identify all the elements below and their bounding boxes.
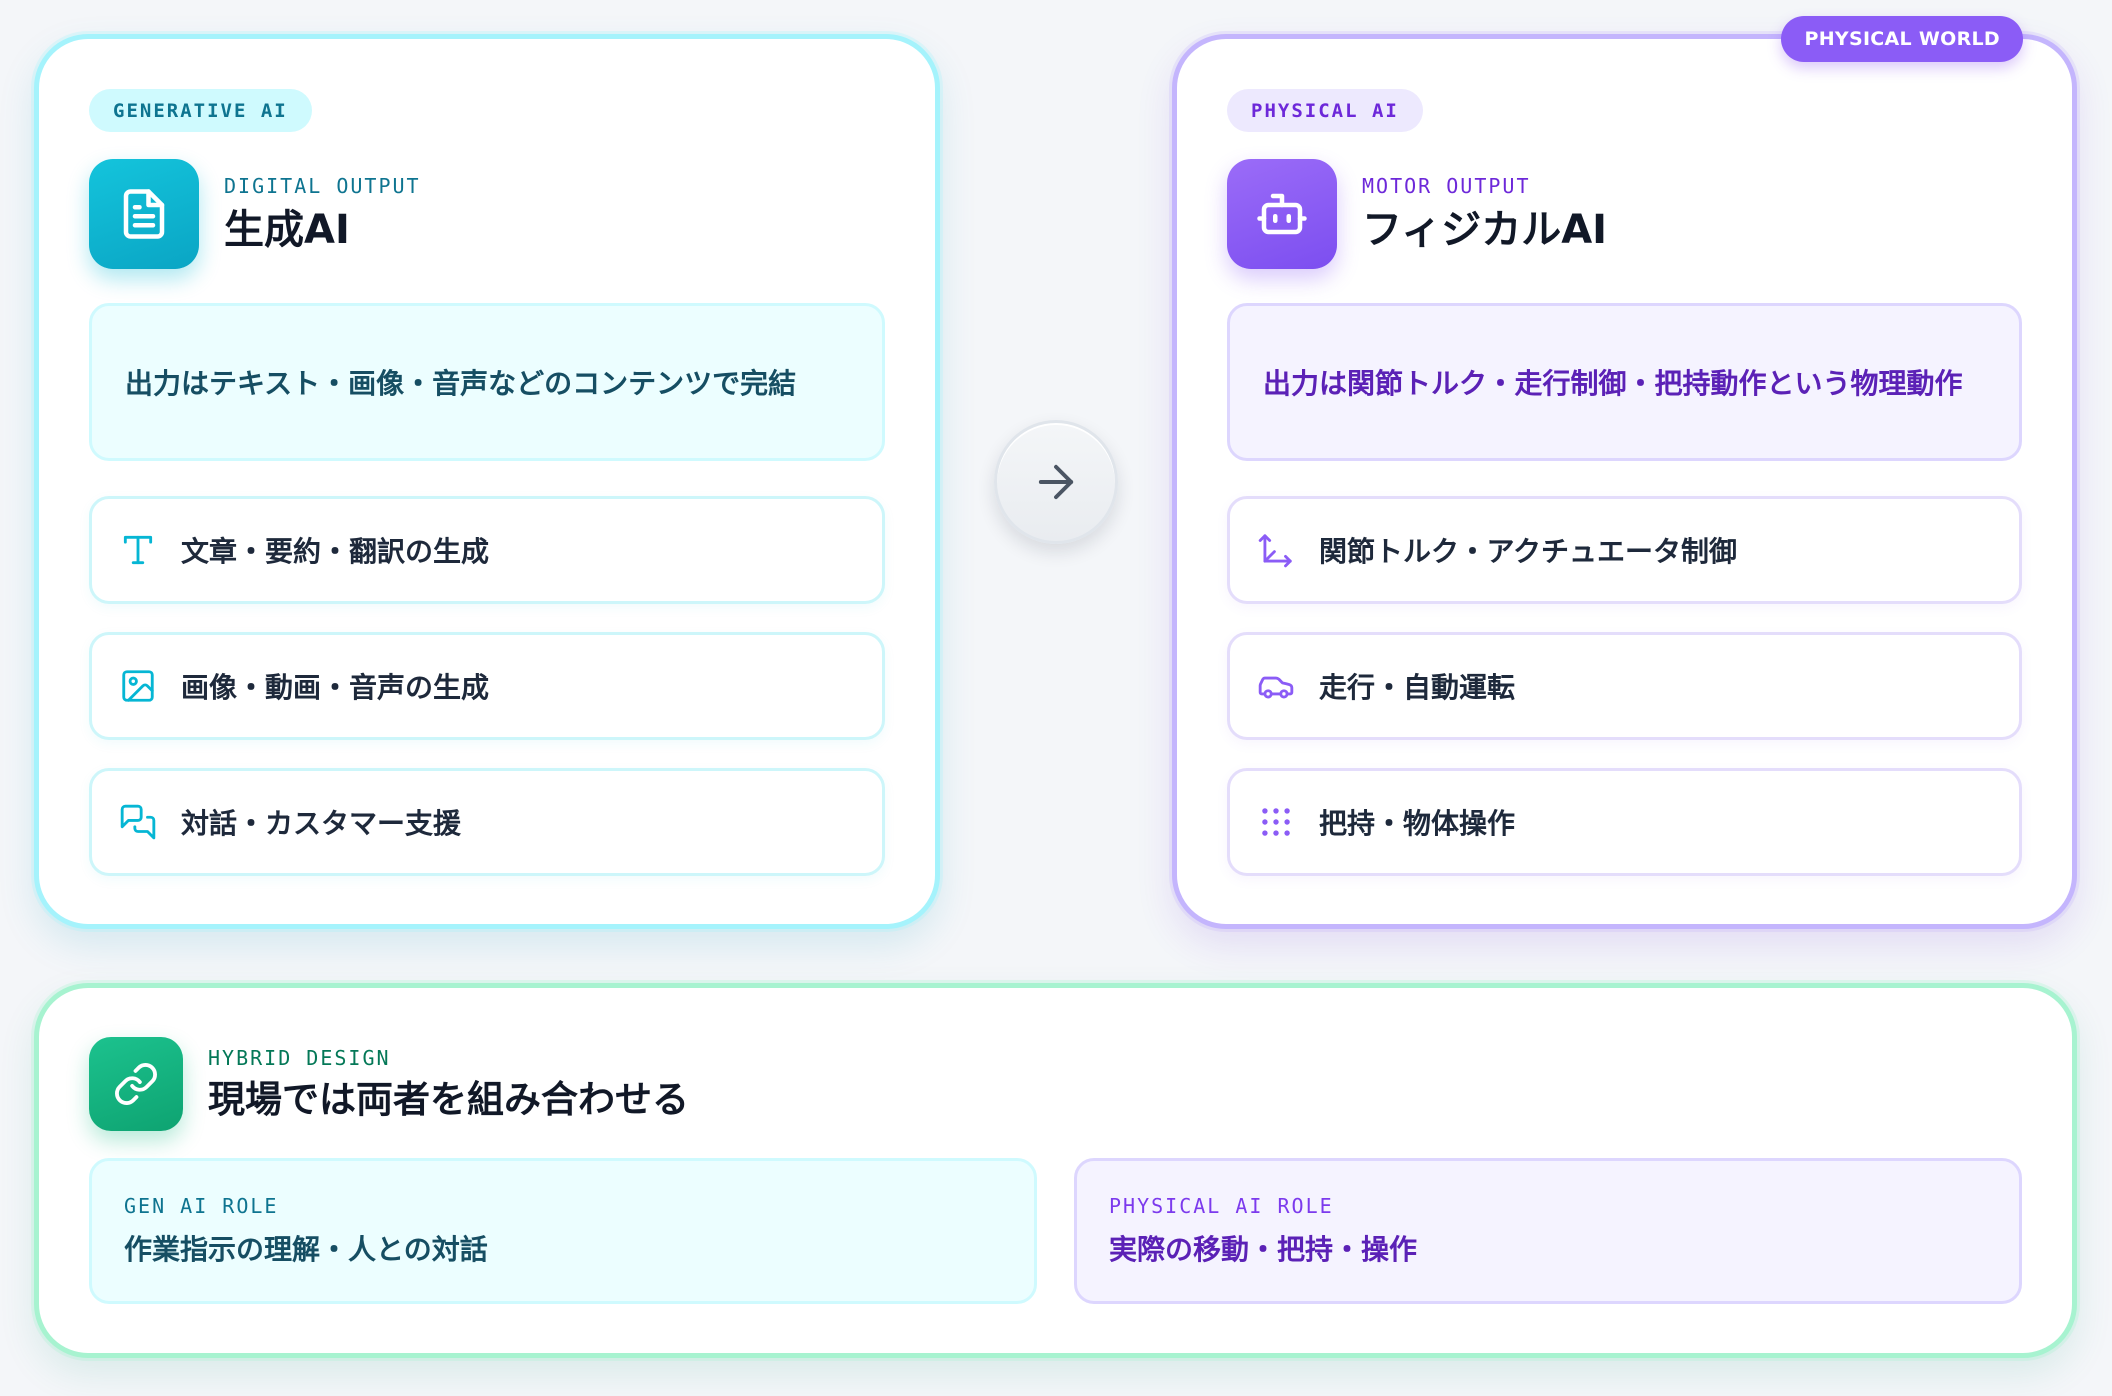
physical-header: MOTOR OUTPUT フィジカルAI	[1227, 159, 2022, 269]
list-item: 把持・物体操作	[1227, 768, 2022, 876]
list-item-label: 画像・動画・音声の生成	[181, 671, 490, 704]
chat-bubbles-icon	[119, 803, 157, 841]
gen-ai-role-text: 作業指示の理解・人との対話	[124, 1233, 488, 1266]
gen-ai-role-box: GEN AI ROLE 作業指示の理解・人との対話	[89, 1158, 1037, 1304]
list-item-label: 文章・要約・翻訳の生成	[181, 535, 490, 568]
hybrid-roles: GEN AI ROLE 作業指示の理解・人との対話 PHYSICAL AI RO…	[89, 1158, 2022, 1304]
list-item: 関節トルク・アクチュエータ制御	[1227, 496, 2022, 604]
list-item: 走行・自動運転	[1227, 632, 2022, 740]
link-icon	[89, 1037, 183, 1131]
generative-item-list: 文章・要約・翻訳の生成 画像・動画・音声の生成 対話・カスタマー支援	[89, 496, 885, 876]
axis-joint-icon	[1257, 531, 1295, 569]
hybrid-heading: HYBRID DESIGN 現場では両者を組み合わせる	[208, 1046, 689, 1122]
physical-ai-role-label: PHYSICAL AI ROLE	[1109, 1194, 1334, 1218]
list-item-label: 把持・物体操作	[1319, 807, 1516, 840]
list-item-label: 関節トルク・アクチュエータ制御	[1319, 535, 1738, 568]
generative-tag-pill: GENERATIVE AI	[89, 89, 312, 132]
text-type-icon	[119, 531, 157, 569]
physical-eyebrow: MOTOR OUTPUT	[1362, 174, 1531, 198]
physical-ai-role-text: 実際の移動・把持・操作	[1109, 1233, 1418, 1266]
generative-title: 生成AI	[224, 207, 350, 253]
generative-eyebrow: DIGITAL OUTPUT	[224, 174, 421, 198]
car-icon	[1257, 667, 1295, 705]
physical-summary: 出力は関節トルク・走行制御・把持動作という物理動作	[1227, 303, 2022, 461]
generative-summary: 出力はテキスト・画像・音声などのコンテンツで完結	[89, 303, 885, 461]
document-icon	[89, 159, 199, 269]
generative-header: DIGITAL OUTPUT 生成AI	[89, 159, 885, 269]
list-item-label: 走行・自動運転	[1319, 671, 1516, 704]
physical-heading: MOTOR OUTPUT フィジカルAI	[1362, 174, 1607, 254]
list-item: 対話・カスタマー支援	[89, 768, 885, 876]
transition-arrow	[994, 420, 1118, 544]
list-item-label: 対話・カスタマー支援	[181, 807, 462, 840]
grip-dots-icon	[1257, 803, 1295, 841]
hybrid-eyebrow: HYBRID DESIGN	[208, 1046, 391, 1070]
generative-heading: DIGITAL OUTPUT 生成AI	[224, 174, 421, 254]
robot-icon	[1227, 159, 1337, 269]
physical-world-badge: PHYSICAL WORLD	[1781, 16, 2023, 62]
physical-item-list: 関節トルク・アクチュエータ制御 走行・自動運転 把持・物体操作	[1227, 496, 2022, 876]
list-item: 文章・要約・翻訳の生成	[89, 496, 885, 604]
physical-title: フィジカルAI	[1362, 207, 1608, 253]
physical-ai-role-box: PHYSICAL AI ROLE 実際の移動・把持・操作	[1074, 1158, 2022, 1304]
hybrid-header: HYBRID DESIGN 現場では両者を組み合わせる	[89, 1037, 2022, 1131]
hybrid-title: 現場では両者を組み合わせる	[208, 1078, 689, 1121]
gen-ai-role-label: GEN AI ROLE	[124, 1194, 279, 1218]
physical-ai-card: PHYSICAL WORLD PHYSICAL AI MOTOR OUTPUT …	[1172, 16, 2077, 929]
hybrid-design-card: HYBRID DESIGN 現場では両者を組み合わせる GEN AI ROLE …	[34, 983, 2077, 1358]
list-item: 画像・動画・音声の生成	[89, 632, 885, 740]
physical-tag-row: PHYSICAL AI	[1227, 89, 2022, 132]
physical-tag-pill: PHYSICAL AI	[1227, 89, 1423, 132]
generative-tag-row: GENERATIVE AI	[89, 89, 885, 132]
image-icon	[119, 667, 157, 705]
generative-ai-card: GENERATIVE AI DIGITAL OUTPUT 生成AI 出力はテキス…	[34, 34, 940, 929]
infographic-canvas: GENERATIVE AI DIGITAL OUTPUT 生成AI 出力はテキス…	[0, 0, 2112, 1396]
arrow-right-icon	[1038, 464, 1074, 500]
